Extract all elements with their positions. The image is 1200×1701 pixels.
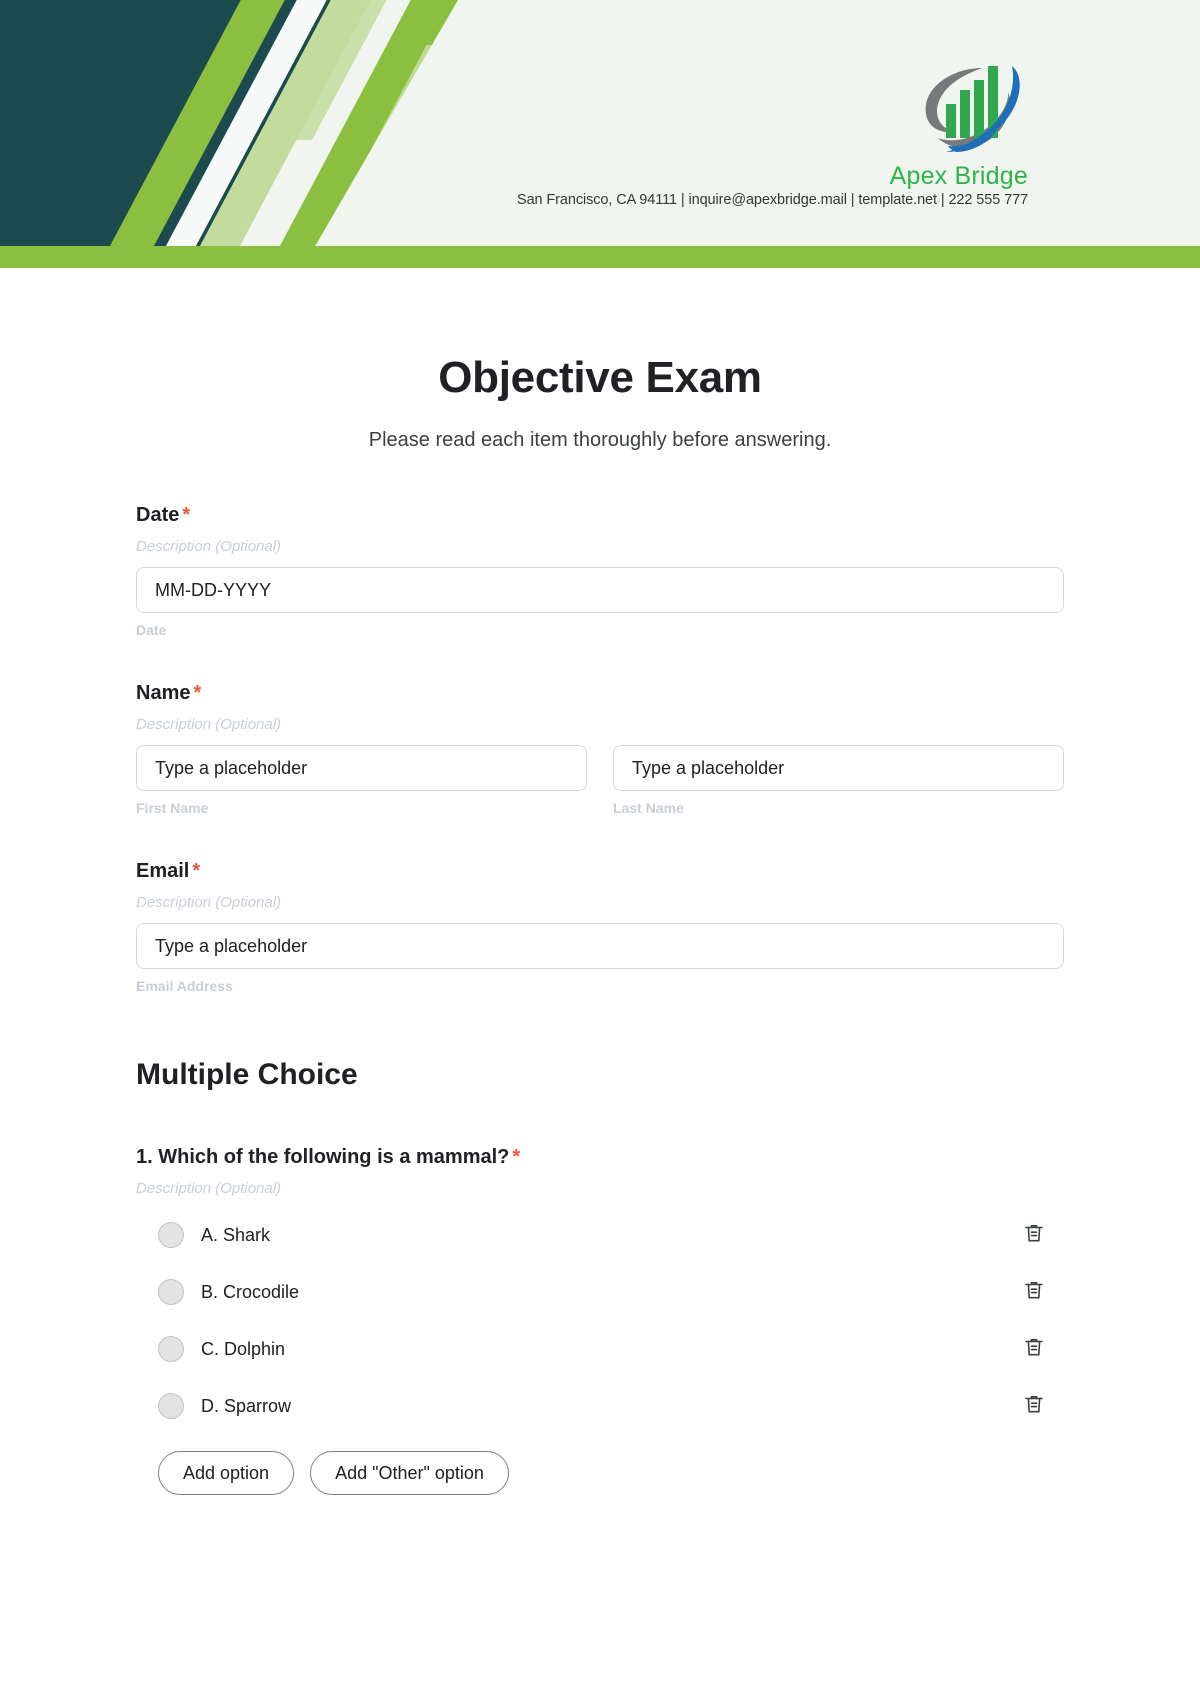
option-label: D. Sparrow [201,1395,292,1416]
last-name-input-value: Type a placeholder [632,757,785,778]
field-email-description: Description (Optional) [136,894,282,911]
add-option-button[interactable]: Add option [158,1451,295,1495]
option-actions: Add option Add "Other" option [136,1451,1064,1495]
email-input-help: Email Address [136,978,233,994]
trash-icon[interactable] [1022,1221,1046,1250]
field-date-label: Date * [136,504,1064,527]
name-inputs-row: Type a placeholder First Name Type a pla… [136,733,1064,816]
last-name-help: Last Name [613,800,684,816]
field-name-label: Name * [136,682,1064,705]
trash-icon[interactable] [1022,1335,1046,1364]
first-name-input[interactable]: Type a placeholder [136,745,587,791]
page-subtitle: Please read each item thoroughly before … [368,429,832,451]
question-1-description: Description (Optional) [136,1180,282,1197]
field-date: Date * Description (Optional) MM-DD-YYYY … [136,504,1064,638]
section-title-multiple-choice: Multiple Choice [136,1058,358,1091]
required-marker: * [512,1146,521,1168]
required-marker: * [182,504,191,526]
last-name-group: Type a placeholder Last Name [613,733,1064,816]
field-email: Email * Description (Optional) Type a pla… [136,860,1064,994]
required-marker: * [192,860,201,882]
option-row[interactable]: D. Sparrow [136,1387,1064,1425]
field-date-description: Description (Optional) [136,538,282,555]
option-row[interactable]: A. Shark [136,1216,1064,1254]
field-date-label-text: Date [136,504,180,526]
radio-icon[interactable] [158,1336,184,1362]
form-sheet: Objective Exam Please read each item tho… [0,268,1200,1495]
question-1-label-text: 1. Which of the following is a mammal? [136,1146,510,1168]
header-contact-line: San Francisco, CA 94111 | inquire@apexbr… [517,192,1028,208]
field-email-label-text: Email [136,860,190,882]
header-bottom-green-band [0,246,1200,268]
field-name-description: Description (Optional) [136,716,282,733]
required-marker: * [193,682,202,704]
trash-icon[interactable] [1022,1392,1046,1421]
option-label: B. Crocodile [201,1281,300,1302]
option-label: A. Shark [201,1224,271,1245]
field-email-label: Email * [136,860,1064,883]
date-input-value: MM-DD-YYYY [155,579,271,600]
first-name-group: Type a placeholder First Name [136,733,587,816]
trash-icon[interactable] [1022,1278,1046,1307]
option-row[interactable]: C. Dolphin [136,1330,1064,1368]
email-input-value: Type a placeholder [155,935,308,956]
first-name-help: First Name [136,800,209,816]
question-1-label: 1. Which of the following is a mammal? * [136,1146,1064,1169]
date-input[interactable]: MM-DD-YYYY [136,567,1064,613]
last-name-input[interactable]: Type a placeholder [613,745,1064,791]
email-input[interactable]: Type a placeholder [136,923,1064,969]
field-name-label-text: Name [136,682,191,704]
date-input-help: Date [136,622,167,638]
first-name-input-value: Type a placeholder [155,757,308,778]
radio-icon[interactable] [158,1279,184,1305]
brand-name: Apex Bridge [889,162,1028,190]
page-header: Apex Bridge San Francisco, CA 94111 | in… [0,0,1200,268]
option-row[interactable]: B. Crocodile [136,1273,1064,1311]
option-label: C. Dolphin [201,1338,286,1359]
field-name: Name * Description (Optional) Type a plac… [136,682,1064,816]
add-other-option-button[interactable]: Add "Other" option [310,1451,509,1495]
page-title: Objective Exam [438,353,762,402]
apex-bridge-logo-icon [908,52,1028,162]
radio-icon[interactable] [158,1222,184,1248]
radio-icon[interactable] [158,1393,184,1419]
